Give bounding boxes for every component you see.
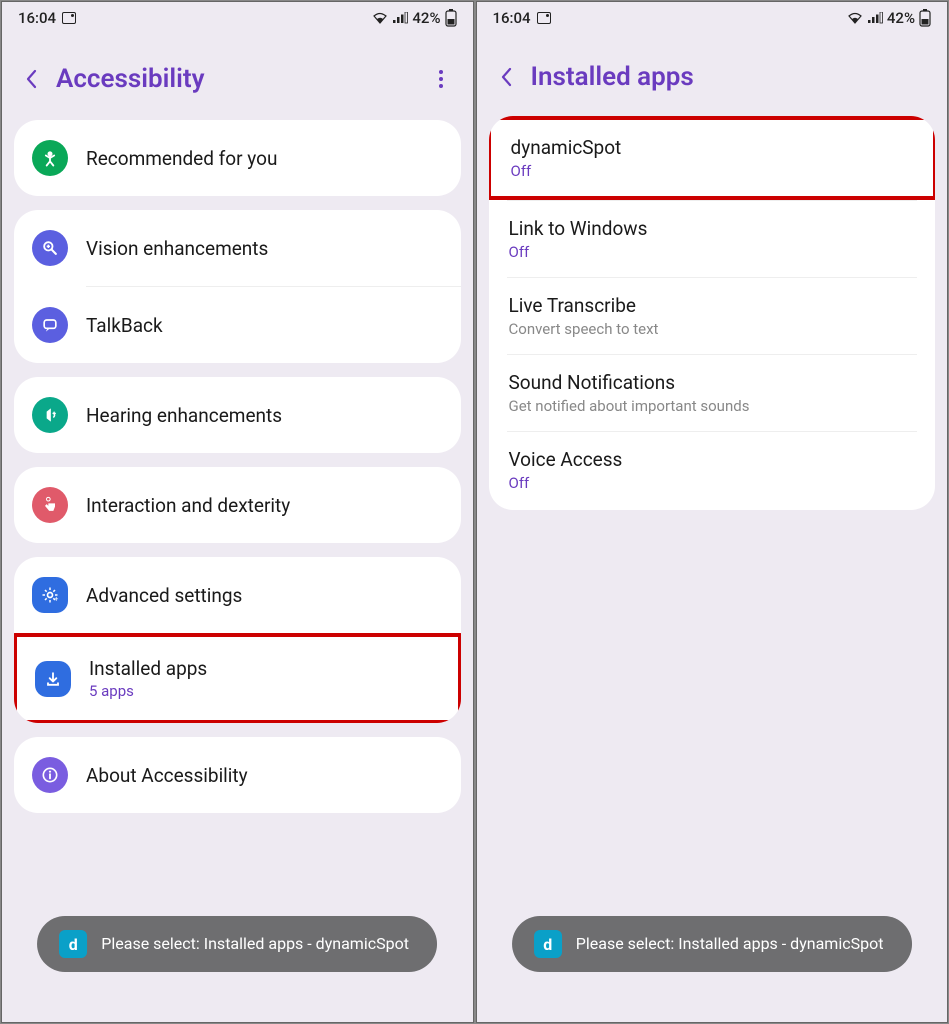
row-label: About Accessibility bbox=[86, 764, 443, 787]
talkback-icon bbox=[32, 307, 68, 343]
app-label: Voice Access bbox=[509, 448, 916, 471]
toast-app-icon: d bbox=[534, 930, 562, 958]
overflow-button[interactable] bbox=[431, 62, 451, 96]
status-time: 16:04 bbox=[18, 9, 56, 27]
toast-app-icon: d bbox=[59, 930, 87, 958]
back-button[interactable] bbox=[499, 65, 513, 89]
app-row-voice-access[interactable]: Voice Access Off bbox=[489, 432, 936, 508]
picture-icon bbox=[537, 12, 551, 24]
app-label: dynamicSpot bbox=[511, 136, 914, 159]
back-button[interactable] bbox=[24, 67, 38, 91]
row-talkback[interactable]: TalkBack bbox=[14, 287, 461, 363]
row-interaction[interactable]: Interaction and dexterity bbox=[14, 467, 461, 543]
toast-text: Please select: Installed apps - dynamicS… bbox=[101, 933, 409, 955]
toast-text: Please select: Installed apps - dynamicS… bbox=[576, 933, 884, 955]
wifi-icon bbox=[372, 12, 388, 24]
status-battery: 42% bbox=[412, 9, 440, 27]
row-label: Interaction and dexterity bbox=[86, 494, 443, 517]
row-recommended[interactable]: Recommended for you bbox=[14, 120, 461, 196]
recommended-icon bbox=[32, 140, 68, 176]
app-label: Sound Notifications bbox=[509, 371, 916, 394]
row-subtitle: 5 apps bbox=[89, 682, 440, 700]
installed-icon bbox=[35, 661, 71, 697]
row-label: Advanced settings bbox=[86, 584, 443, 607]
row-installed-apps[interactable]: Installed apps 5 apps bbox=[14, 633, 461, 723]
svg-text:+: + bbox=[54, 595, 58, 604]
app-status: Off bbox=[509, 474, 916, 492]
phone-right: 16:04 42% Installed apps dynamicSpot Off bbox=[476, 1, 949, 1023]
row-label: Vision enhancements bbox=[86, 237, 443, 260]
row-label: Hearing enhancements bbox=[86, 404, 443, 427]
battery-icon bbox=[445, 9, 457, 27]
toast: d Please select: Installed apps - dynami… bbox=[37, 916, 437, 972]
app-status: Convert speech to text bbox=[509, 320, 916, 338]
status-battery: 42% bbox=[887, 9, 915, 27]
row-advanced[interactable]: + Advanced settings bbox=[14, 557, 461, 633]
app-row-link-to-windows[interactable]: Link to Windows Off bbox=[489, 201, 936, 277]
app-row-live-transcribe[interactable]: Live Transcribe Convert speech to text bbox=[489, 278, 936, 354]
row-label: TalkBack bbox=[86, 314, 443, 337]
status-time: 16:04 bbox=[493, 9, 531, 27]
app-status: Off bbox=[509, 243, 916, 261]
phone-left: 16:04 42% Accessibility bbox=[1, 1, 474, 1023]
header: Installed apps bbox=[477, 34, 948, 116]
battery-icon bbox=[919, 9, 931, 27]
app-row-sound-notifications[interactable]: Sound Notifications Get notified about i… bbox=[489, 355, 936, 431]
hearing-icon bbox=[32, 397, 68, 433]
advanced-icon: + bbox=[32, 577, 68, 613]
app-row-dynamicspot[interactable]: dynamicSpot Off bbox=[489, 116, 936, 200]
signal-icon bbox=[867, 12, 883, 24]
about-icon bbox=[32, 757, 68, 793]
page-title: Installed apps bbox=[531, 62, 926, 92]
status-bar: 16:04 42% bbox=[2, 2, 473, 34]
toast: d Please select: Installed apps - dynami… bbox=[512, 916, 912, 972]
vision-icon bbox=[32, 230, 68, 266]
interaction-icon bbox=[32, 487, 68, 523]
status-bar: 16:04 42% bbox=[477, 2, 948, 34]
row-about[interactable]: About Accessibility bbox=[14, 737, 461, 813]
app-status: Get notified about important sounds bbox=[509, 397, 916, 415]
app-label: Link to Windows bbox=[509, 217, 916, 240]
app-label: Live Transcribe bbox=[509, 294, 916, 317]
row-vision[interactable]: Vision enhancements bbox=[14, 210, 461, 286]
wifi-icon bbox=[847, 12, 863, 24]
header: Accessibility bbox=[2, 34, 473, 120]
apps-list: dynamicSpot Off Link to Windows Off Live… bbox=[477, 116, 948, 1022]
signal-icon bbox=[392, 12, 408, 24]
row-label: Recommended for you bbox=[86, 147, 443, 170]
settings-list: Recommended for you Vision enhancements … bbox=[2, 120, 473, 1022]
row-hearing[interactable]: Hearing enhancements bbox=[14, 377, 461, 453]
row-label: Installed apps bbox=[89, 657, 440, 680]
app-status: Off bbox=[511, 162, 914, 180]
picture-icon bbox=[62, 12, 76, 24]
page-title: Accessibility bbox=[56, 64, 413, 94]
